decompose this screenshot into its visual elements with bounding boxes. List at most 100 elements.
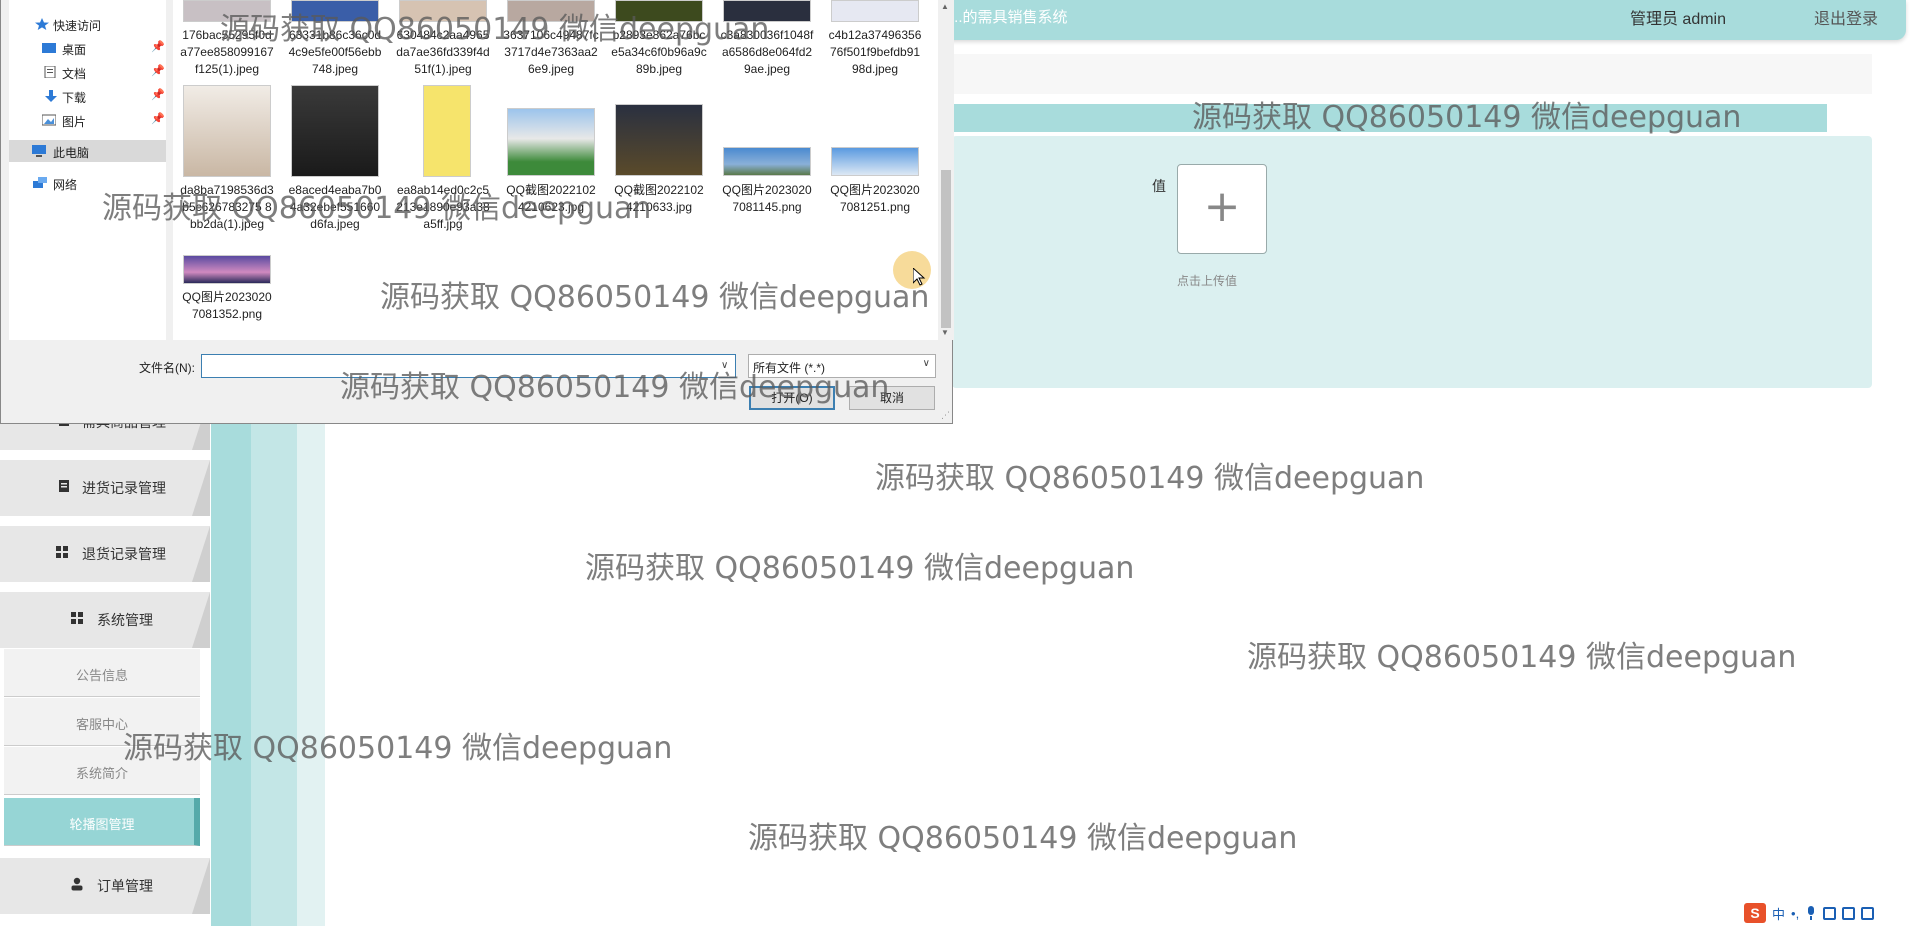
file-item[interactable]: da8ba7198536d3b5c626783275 8bb2da(1).jpe… [179,85,275,250]
file-item[interactable]: ea8ab14ed0c2c5213e1890e93a38a5ff.jpg [395,85,491,250]
nav-downloads[interactable]: 下载 📌 [9,85,166,107]
open-button[interactable]: 打开(O) [749,386,835,410]
file-item[interactable]: QQ图片20230207081251.png [827,85,923,250]
file-name: c3a830036f1048fa6586d8e064fd29ae.jpeg [720,28,814,76]
scroll-up-icon[interactable]: ▲ [941,2,949,11]
sidebar-subitem-notice[interactable]: 公告信息 [4,649,200,697]
watermark: 源码获取 QQ86050149 微信deepguan [875,461,1425,496]
nav-network[interactable]: 网络 [9,172,166,194]
file-item[interactable]: 630484c2aa4965da7ae36fd339f4d51f(1).jpeg [395,0,491,80]
file-name: QQ图片20230207081352.png [182,290,272,321]
nav-this-pc[interactable]: 此电脑 [9,140,166,162]
system-tray: S 中 •, [1738,900,1914,926]
microphone-icon[interactable] [1805,905,1817,921]
thumbnail [183,85,271,177]
file-item[interactable]: 63331b86c36c0d4c9e5fe00f56ebb748.jpeg [287,0,383,80]
sidebar-item-purchase[interactable]: 进货记录管理 [0,460,210,516]
sidebar-subitem-about[interactable]: 系统简介 [4,747,200,795]
resize-grip-icon[interactable]: ⋰ [941,410,950,421]
file-item[interactable]: QQ图片20230207081352.png [179,255,275,340]
desktop-icon [42,43,56,53]
download-icon [45,90,57,102]
sidebar-subitem-service[interactable]: 客服中心 [4,698,200,746]
file-item[interactable]: QQ截图20221024210633.jpg [611,85,707,250]
nav-label: 图片 [62,115,87,129]
watermark: 源码获取 QQ86050149 微信deepguan [585,551,1135,586]
file-name: QQ图片20230207081251.png [830,183,920,214]
thumbnail [291,0,379,22]
language-indicator[interactable]: 中 [1772,904,1785,923]
network-icon [33,177,47,188]
file-item[interactable]: c4b12a3749635676f501f9befdb9198d.jpeg [827,0,923,80]
keyboard-icon[interactable] [1823,906,1837,920]
watermark: 源码获取 QQ86050149 微信deepguan [123,731,673,766]
scroll-down-icon[interactable]: ▼ [941,328,949,337]
file-item[interactable]: b2893e862a76bce5a34c6f0b96a9c89b.jpeg [611,0,707,80]
nav-label: 此电脑 [53,146,90,160]
thumbnail [423,85,471,177]
file-item[interactable]: 176bac55295f0da77ee858099167f125(1).jpeg [179,0,275,80]
sidebar-item-label: 订单管理 [97,878,153,894]
sidebar-item-orders[interactable]: 订单管理 [0,858,210,914]
file-name: QQ截图20221024210623.jpg [506,183,596,214]
file-name: QQ图片20230207081145.png [722,183,812,214]
image-upload-box[interactable]: + [1177,164,1267,254]
nav-label: 网络 [53,178,78,192]
toolbox-icon[interactable] [1861,906,1875,920]
filetype-select[interactable]: 所有文件 (*.*) ∨ [748,354,936,378]
form-panel: 值 + 点击上传值 [952,136,1872,388]
filename-input[interactable] [201,354,736,378]
computer-icon [32,145,46,157]
sidebar-subitem-label: 系统简介 [75,766,128,781]
thumbnail [507,0,595,22]
scroll-thumb[interactable] [941,170,951,328]
file-name: b2893e862a76bce5a34c6f0b96a9c89b.jpeg [611,28,707,76]
file-name: 63331b86c36c0d4c9e5fe00f56ebb748.jpeg [288,28,382,76]
thumbnail [723,0,811,22]
nav-label: 下载 [62,91,87,105]
nav-pictures[interactable]: 图片 📌 [9,109,166,131]
file-name: da8ba7198536d3b5c626783275 8bb2da(1).jpe… [180,183,274,231]
file-list-scrollbar[interactable]: ▲ ▼ [938,0,954,340]
file-item[interactable]: QQ图片20230207081145.png [719,85,815,250]
section-header-bar [952,104,1827,132]
navigation-pane: 快速访问 桌面 📌 文档 📌 下载 📌 图片 📌 此电脑 网络 [9,0,166,340]
file-item[interactable]: c3a830036f1048fa6586d8e064fd29ae.jpeg [719,0,815,80]
thumbnail [507,108,595,176]
grid-icon [56,546,68,558]
nav-quick-access[interactable]: 快速访问 [9,13,166,35]
filetype-value: 所有文件 (*.*) [753,361,826,375]
chevron-down-icon: ∨ [922,358,930,369]
sidebar-item-returns[interactable]: 退货记录管理 [0,526,210,582]
mouse-cursor-icon [913,268,926,286]
app-title: ...的需具销售系统 [950,9,1068,26]
ime-icon[interactable]: S [1744,903,1766,923]
thumbnail [183,255,271,284]
pin-icon: 📌 [151,41,165,53]
nav-documents[interactable]: 文档 📌 [9,61,166,83]
sidebar-item-label: 系统管理 [97,612,153,628]
thumbnail [831,147,919,176]
pin-icon: 📌 [151,89,165,101]
sidebar-subitem-label: 轮播图管理 [69,817,135,832]
logout-link[interactable]: 退出登录 [1814,5,1878,29]
punctuation-icon[interactable]: •, [1791,906,1799,921]
sidebar-item-system[interactable]: 系统管理 [0,592,210,648]
file-list: 176bac55295f0da77ee858099167f125(1).jpeg… [173,0,939,340]
pin-icon: 📌 [151,65,165,77]
user-label: 管理员 admin [1629,11,1726,28]
cancel-button[interactable]: 取消 [849,386,935,410]
breadcrumb-bar [952,54,1872,94]
file-name: ea8ab14ed0c2c5213e1890e93a38a5ff.jpg [396,183,490,231]
file-item[interactable]: 3637106c49487fc3717d4e7363aa26e9.jpeg [503,0,599,80]
file-item[interactable]: QQ截图20221024210623.jpg [503,85,599,250]
file-item[interactable]: e8aced4eaba7b04a32ebef551660d6fa.jpeg [287,85,383,250]
nav-desktop[interactable]: 桌面 📌 [9,37,166,59]
nav-label: 桌面 [62,43,87,57]
value-field-label: 值 [1152,178,1166,194]
sidebar-subitem-label: 客服中心 [75,717,128,732]
skin-icon[interactable] [1842,906,1856,920]
sidebar-subitem-carousel[interactable]: 轮播图管理 [4,798,200,846]
clipboard-icon [59,480,69,492]
chevron-down-icon[interactable]: ∨ [721,360,728,371]
